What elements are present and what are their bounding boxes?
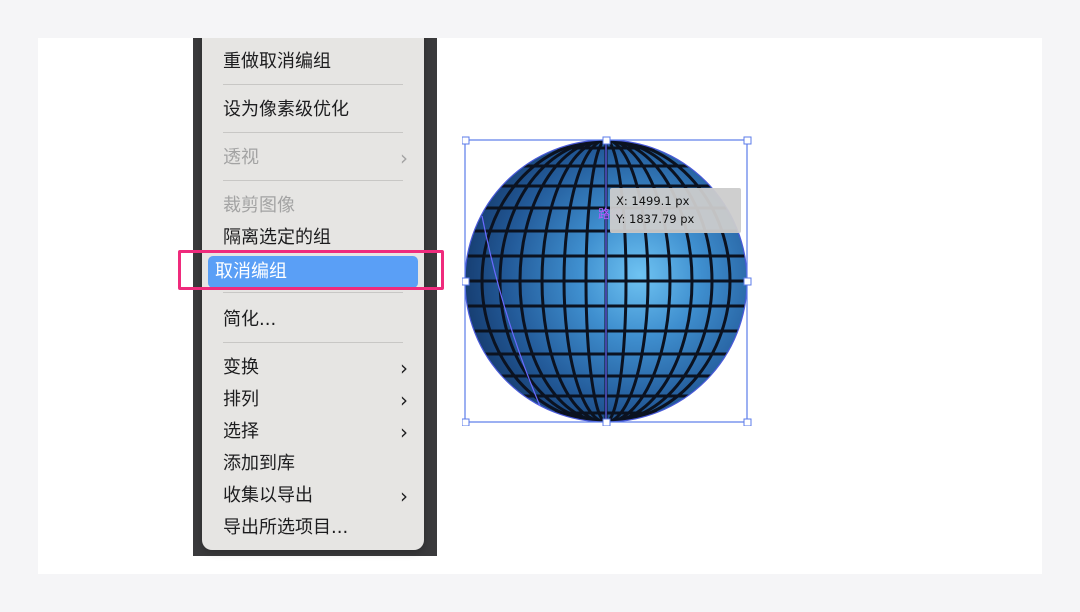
chevron-right-icon: ›: [400, 146, 408, 170]
resize-handle[interactable]: [743, 418, 752, 426]
coordinate-y: Y: 1837.79 px: [616, 212, 695, 226]
menu-item-partially-hidden: 还原修改（上一步）: [223, 38, 385, 48]
menu-item-redo-ungroup[interactable]: 重做取消编组: [208, 48, 418, 76]
menu-item-export-selection[interactable]: 导出所选项目...: [208, 514, 418, 542]
menu-item-pixel-optimize[interactable]: 设为像素级优化: [208, 96, 418, 124]
menu-item-simplify[interactable]: 简化...: [208, 306, 418, 334]
chevron-right-icon: ›: [400, 388, 408, 412]
menu-separator: [223, 180, 403, 181]
resize-handle[interactable]: [462, 418, 470, 426]
resize-handle[interactable]: [462, 277, 470, 286]
menu-item-add-to-library[interactable]: 添加到库: [208, 450, 418, 478]
annotation-highlight-box: [178, 250, 444, 290]
resize-handle[interactable]: [602, 418, 611, 426]
menu-item-select[interactable]: 选择 ›: [208, 418, 418, 446]
chevron-right-icon: ›: [400, 420, 408, 444]
resize-handle[interactable]: [602, 136, 611, 145]
app-canvas-frame: //// · ⌄ · 还原修改（上一步） 重做取消编组 设为像素级优化 透视 ›…: [38, 38, 1042, 574]
panel-footer-glyphs: //// · ⌄ ·: [437, 544, 467, 574]
menu-item-isolate-group[interactable]: 隔离选定的组: [208, 224, 418, 252]
menu-separator: [223, 84, 403, 85]
chevron-right-icon: ›: [400, 356, 408, 380]
chevron-right-icon: ›: [400, 484, 408, 508]
menu-item-arrange[interactable]: 排列 ›: [208, 386, 418, 414]
resize-handle[interactable]: [743, 136, 752, 145]
mirror-ball-sphere: [464, 139, 748, 423]
sphere-grid-lines: [465, 140, 747, 422]
resize-handle[interactable]: [743, 277, 752, 286]
menu-item-perspective[interactable]: 透视 ›: [208, 144, 418, 172]
selected-sphere-artwork[interactable]: 路径: [462, 136, 752, 426]
menu-item-collect-for-export[interactable]: 收集以导出 ›: [208, 482, 418, 510]
menu-separator: [223, 132, 403, 133]
menu-item-transform[interactable]: 变换 ›: [208, 354, 418, 382]
coordinate-x: X: 1499.1 px: [616, 194, 690, 208]
coordinate-tooltip: X: 1499.1 px Y: 1837.79 px: [610, 188, 741, 233]
context-menu: 还原修改（上一步） 重做取消编组 设为像素级优化 透视 › 裁剪图像 隔离选定的…: [202, 38, 424, 550]
menu-separator: [223, 292, 403, 293]
menu-separator: [223, 342, 403, 343]
menu-item-crop-image[interactable]: 裁剪图像: [208, 192, 418, 220]
resize-handle[interactable]: [462, 136, 470, 145]
